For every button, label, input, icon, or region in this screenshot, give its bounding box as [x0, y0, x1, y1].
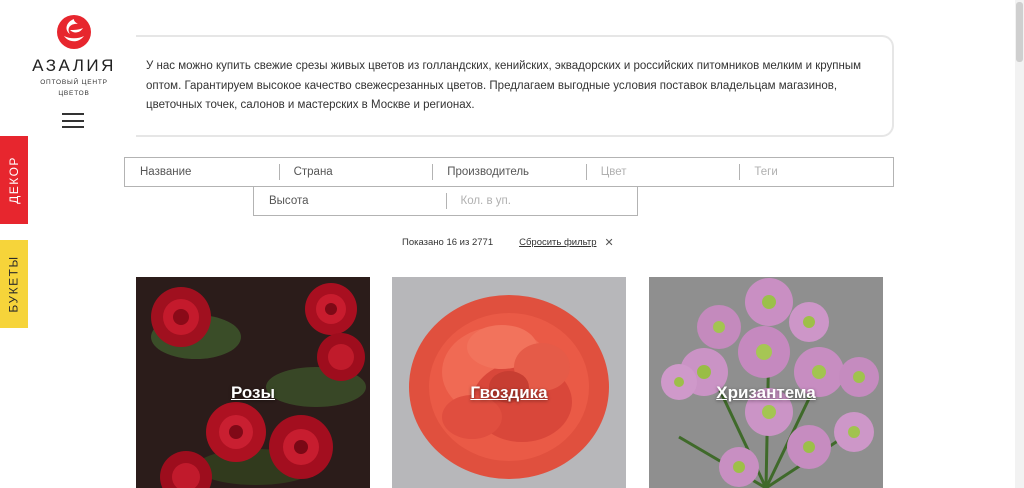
logo-title: АЗАЛИЯ	[32, 56, 116, 75]
scrollbar-thumb[interactable]	[1016, 2, 1023, 62]
category-card-carnation[interactable]: Гвоздика	[392, 277, 626, 488]
category-label-carnation: Гвоздика	[470, 383, 548, 402]
hamburger-icon[interactable]	[62, 113, 84, 128]
page-scrollbar[interactable]	[1015, 0, 1024, 488]
filter-cell-color	[585, 158, 740, 186]
intro-text-box: У нас можно купить свежие срезы живых цв…	[136, 35, 894, 137]
close-icon[interactable]: ✕	[604, 236, 613, 249]
filter-cell-country	[278, 158, 433, 186]
filter-height-input[interactable]	[269, 195, 446, 207]
filter-color-input[interactable]	[600, 166, 740, 178]
side-tab-decor-label: ДЕКОР	[7, 156, 22, 204]
filter-tags-input[interactable]	[754, 166, 893, 178]
side-tab-bouquets-label: БУКЕТЫ	[7, 255, 22, 313]
side-tab-bouquets[interactable]: БУКЕТЫ	[0, 240, 28, 328]
intro-text: У нас можно купить свежие срезы живых цв…	[146, 60, 862, 111]
category-label-chrysanthemum: Хризантема	[716, 383, 816, 402]
category-card-chrysanthemum[interactable]: Хризантема	[649, 277, 883, 488]
filter-cell-pack-qty	[445, 187, 637, 215]
category-card-roses[interactable]: Розы	[136, 277, 370, 488]
filter-row-secondary	[253, 186, 638, 216]
filter-cell-height	[254, 187, 446, 215]
filter-cell-producer	[432, 158, 586, 186]
filter-name-input[interactable]	[140, 166, 279, 178]
logo[interactable]: АЗАЛИЯ ОПТОВЫЙ ЦЕНТР ЦВЕТОВ	[28, 14, 120, 98]
filter-cell-name	[125, 158, 279, 186]
filter-row-primary	[124, 157, 894, 187]
filter-pack-qty-input[interactable]	[460, 195, 637, 207]
filter-producer-input[interactable]	[447, 166, 586, 178]
results-bar: Показано 16 из 2771 Сбросить фильтр ✕	[402, 236, 614, 249]
reset-filter-link[interactable]: Сбросить фильтр	[519, 237, 596, 248]
results-count: Показано 16 из 2771	[402, 237, 494, 248]
filter-country-input[interactable]	[293, 166, 433, 178]
filter-cell-tags	[739, 158, 893, 186]
side-tab-decor[interactable]: ДЕКОР	[0, 136, 28, 224]
logo-subtitle-line1: ОПТОВЫЙ ЦЕНТР	[40, 79, 108, 86]
logo-subtitle-line2: ЦВЕТОВ	[58, 90, 90, 97]
category-label-roses: Розы	[230, 383, 276, 402]
rose-logo-icon	[57, 15, 91, 49]
